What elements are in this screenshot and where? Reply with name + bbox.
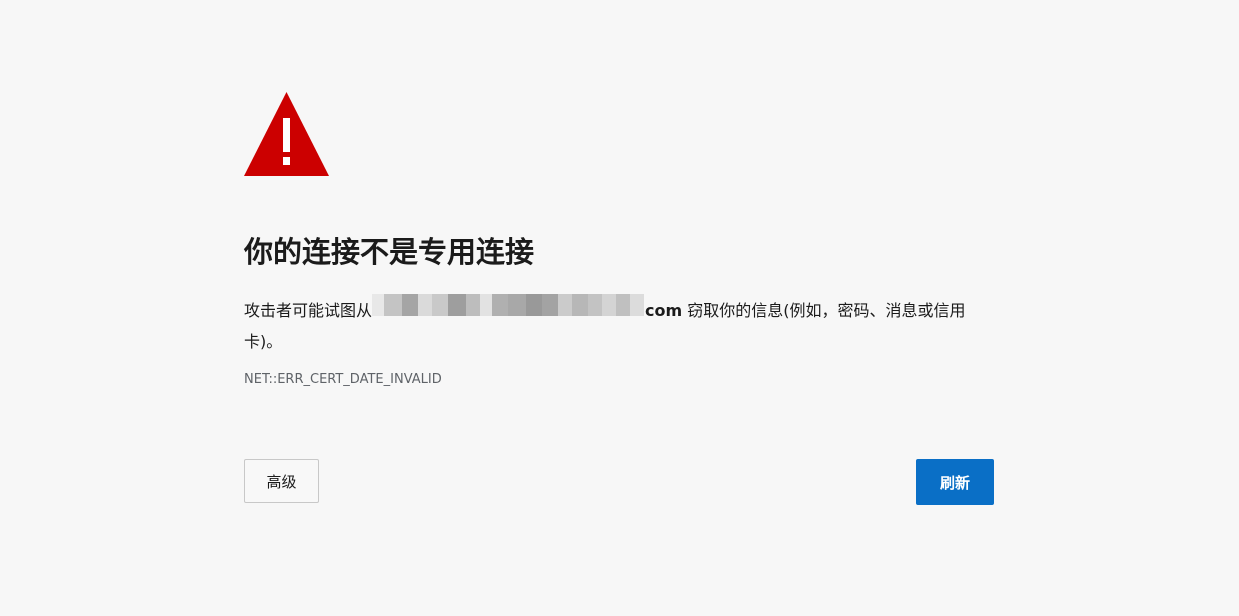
page-title: 你的连接不是专用连接 bbox=[244, 235, 535, 269]
advanced-button[interactable]: 高级 bbox=[244, 459, 319, 503]
warning-triangle-icon bbox=[244, 92, 329, 176]
error-code: NET::ERR_CERT_DATE_INVALID bbox=[244, 372, 442, 387]
host-suffix: com bbox=[645, 301, 683, 320]
refresh-button[interactable]: 刷新 bbox=[916, 459, 994, 505]
error-page: 你的连接不是专用连接 攻击者可能试图从 com 窃取你的信息(例如，密码、消息或信… bbox=[244, 0, 994, 616]
blurred-hostname bbox=[372, 290, 645, 320]
description-prefix: 攻击者可能试图从 bbox=[244, 301, 373, 320]
error-description: 攻击者可能试图从 com 窃取你的信息(例如，密码、消息或信用卡)。 bbox=[244, 290, 994, 357]
